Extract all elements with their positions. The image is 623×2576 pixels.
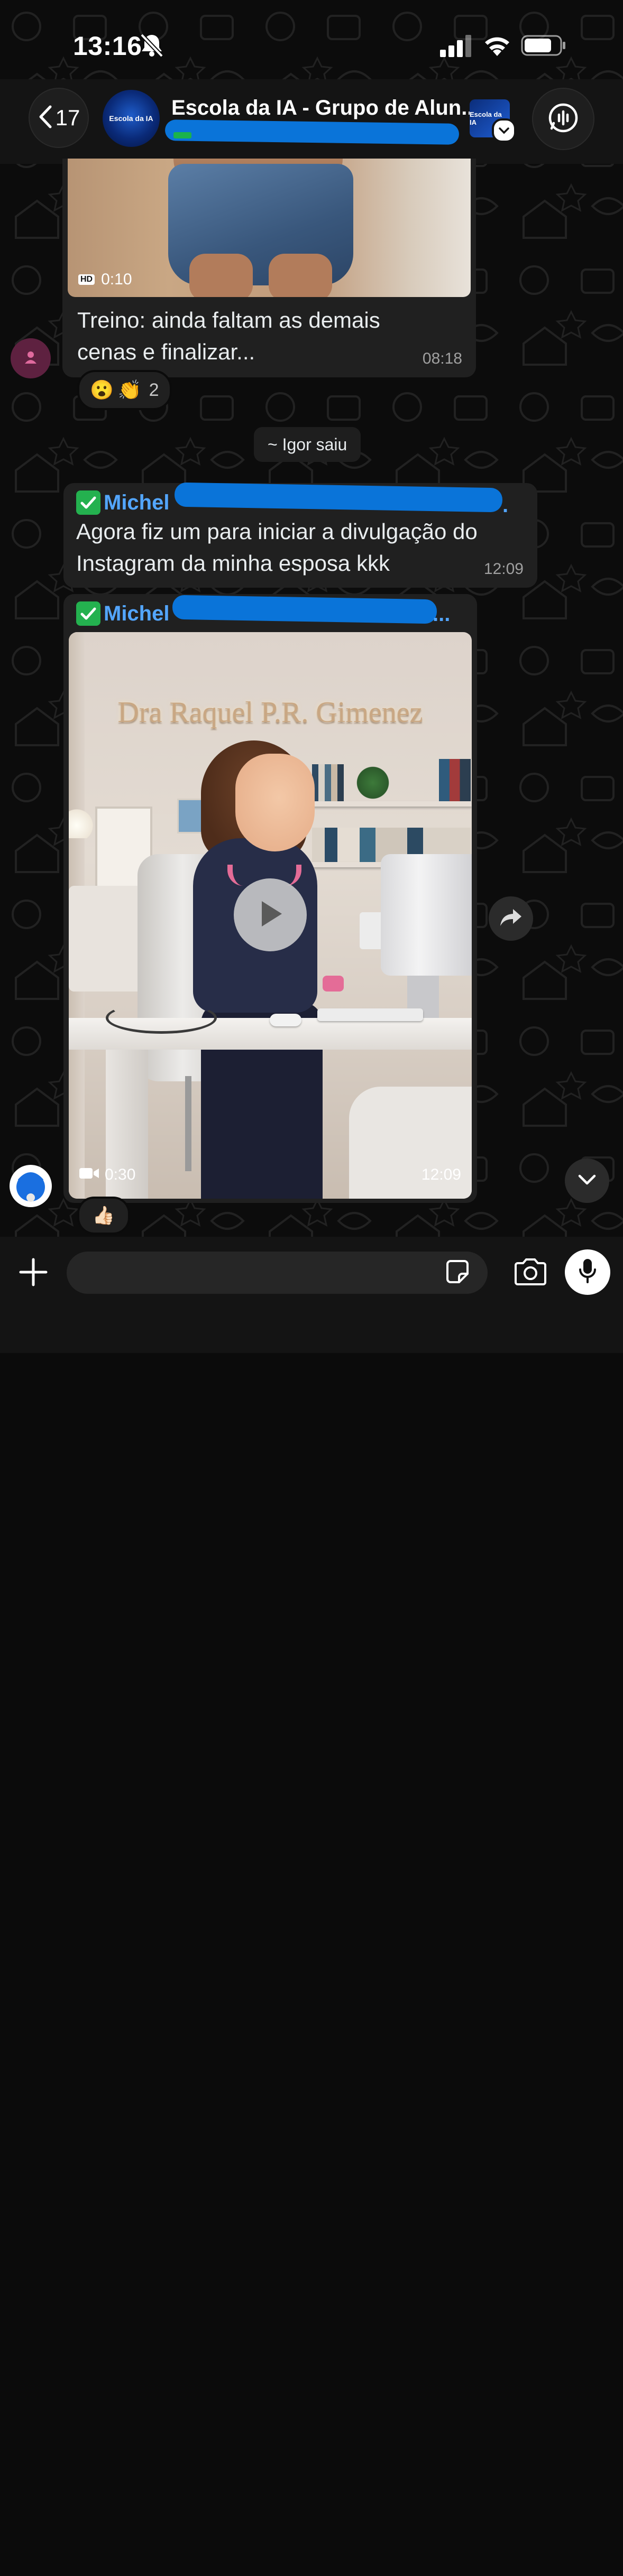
checkmark-icon (76, 601, 100, 626)
video-frame-books (439, 759, 471, 801)
sender-name-suffix: ... (433, 603, 451, 626)
microphone-icon (579, 1258, 597, 1287)
video-duration-text: 0:10 (101, 271, 132, 288)
message-text: Agora fiz um para iniciar a divulgação d… (76, 519, 478, 576)
sender-name[interactable]: Michel (76, 490, 169, 515)
unread-count: 17 (55, 105, 80, 130)
video-frame-character (235, 754, 315, 851)
battery-icon (521, 34, 566, 60)
sender-name[interactable]: Michel (76, 601, 169, 626)
redaction-bar (164, 119, 460, 145)
redaction-bar (172, 595, 437, 624)
video-frame-bed (69, 886, 143, 992)
video-frame-mouse (270, 1014, 301, 1026)
forward-icon (499, 907, 523, 931)
message-text: Treino: ainda faltam as demais cenas e f… (77, 308, 380, 364)
sticker-icon (444, 1259, 471, 1288)
chevron-down-icon (578, 1174, 597, 1188)
signal-icon (440, 35, 474, 61)
sender-name-suffix: . (502, 494, 509, 517)
back-button[interactable]: 17 (29, 88, 89, 148)
scroll-to-bottom-button[interactable] (565, 1159, 609, 1203)
video-camera-icon (79, 1166, 99, 1184)
wifi-icon (484, 34, 510, 60)
video-frame-monitor (381, 854, 472, 976)
voice-call-button[interactable] (532, 88, 594, 150)
camera-button[interactable] (512, 1256, 549, 1291)
play-button[interactable] (234, 878, 307, 951)
video-duration: 0:30 (79, 1166, 135, 1184)
chat-title[interactable]: Escola da IA - Grupo de Alun... (171, 96, 479, 120)
message-time: 08:18 (422, 350, 462, 367)
chevron-down-icon[interactable] (492, 118, 516, 143)
group-avatar[interactable]: Escola da IA (103, 90, 160, 147)
reactions[interactable]: 👍🏻 (77, 1197, 130, 1235)
sender-avatar[interactable] (11, 338, 51, 378)
message-bubble[interactable]: HD 0:10 Treino: ainda faltam as demais c… (62, 159, 476, 377)
sender-avatar[interactable] (10, 1165, 52, 1207)
voice-message-button[interactable] (565, 1249, 610, 1295)
video-frame-character (323, 976, 344, 992)
sticker-button[interactable] (443, 1259, 472, 1287)
chevron-left-icon (38, 105, 53, 132)
play-icon (256, 899, 284, 931)
forward-button[interactable] (489, 896, 533, 941)
video-frame-leg (269, 254, 332, 297)
video-frame-keyboard (317, 1008, 423, 1021)
checkmark-icon (76, 490, 100, 515)
video-frame-lamp (69, 807, 95, 838)
message-input[interactable] (67, 1252, 488, 1294)
video-duration-text: 0:30 (105, 1166, 136, 1183)
status-bar: 13:16 (0, 0, 623, 79)
video-frame-books (312, 764, 344, 801)
message-bubble[interactable]: Michel Dra Raquel P.R. Gimenez 0:30 12:0… (63, 594, 477, 1203)
hd-badge: HD (78, 274, 95, 285)
sender-name-text: Michel (104, 601, 170, 625)
reaction-emoji: 👏 (117, 379, 142, 401)
video-sign-text: Dra Raquel P.R. Gimenez (117, 696, 423, 729)
video-thumbnail[interactable]: HD 0:10 (68, 159, 471, 297)
redaction-mark (173, 132, 191, 138)
video-frame-plant (354, 764, 391, 801)
avatar-image (12, 1167, 50, 1205)
video-frame-shelf (301, 801, 472, 807)
reaction-count: 2 (149, 379, 159, 400)
message-time: 12:09 (421, 1166, 461, 1183)
sender-name-text: Michel (104, 490, 170, 514)
reaction-emoji: 😮 (90, 379, 114, 401)
composer-bar (0, 1237, 623, 1353)
person-icon (23, 349, 39, 368)
voice-call-icon (547, 102, 579, 136)
system-message: ~ Igor saiu (254, 427, 361, 462)
status-time: 13:16 (73, 31, 142, 61)
video-frame-chair-base (185, 1076, 191, 1171)
group-avatar-label: Escola da IA (109, 114, 153, 123)
video-frame-stethoscope (106, 1002, 217, 1034)
message-time: 12:09 (483, 560, 524, 578)
video-duration: HD 0:10 (78, 271, 132, 289)
chat-header: 17 Escola da IA Escola da IA - Grupo de … (0, 79, 623, 164)
reactions[interactable]: 😮 👏 2 (77, 370, 172, 410)
plus-icon (19, 1257, 48, 1290)
camera-icon (514, 1258, 547, 1289)
bell-slash-icon (139, 33, 165, 60)
reaction-emoji: 👍🏻 (92, 1206, 115, 1226)
video-frame-leg (189, 254, 253, 297)
video-thumbnail[interactable]: Dra Raquel P.R. Gimenez 0:30 12:09 (69, 632, 472, 1199)
attach-button[interactable] (17, 1257, 50, 1290)
